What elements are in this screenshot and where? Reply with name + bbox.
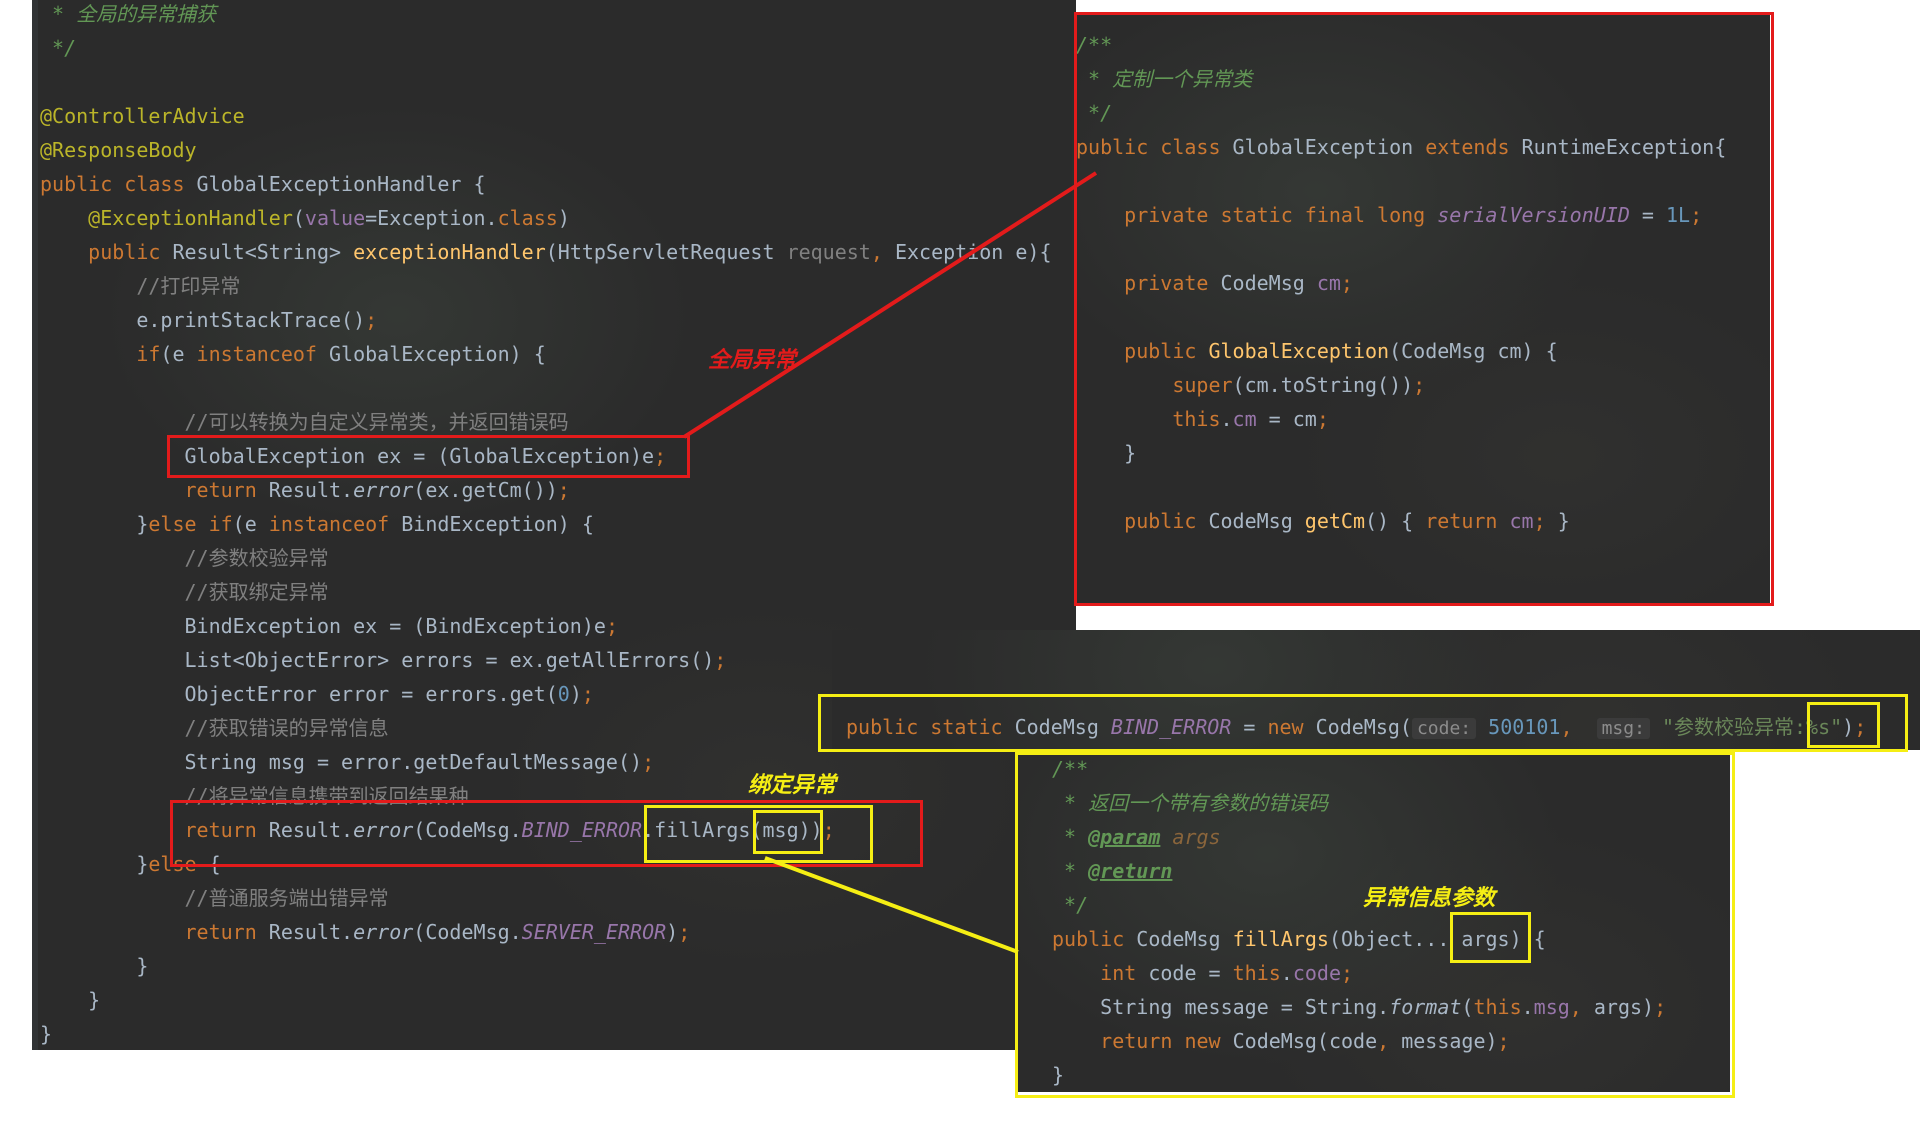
connector-red (682, 171, 1098, 439)
connector-yellow (764, 856, 1019, 954)
connector-lines (682, 171, 1098, 954)
